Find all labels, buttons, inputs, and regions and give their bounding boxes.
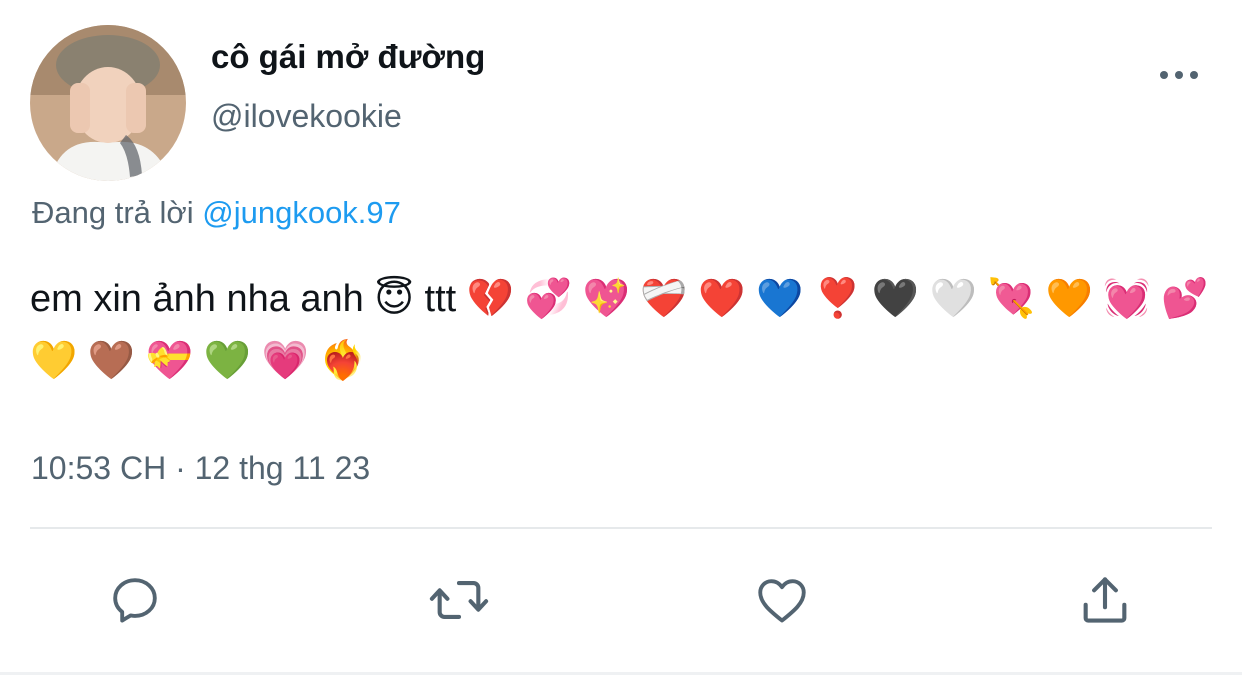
reply-context: Đang trả lời @jungkook.97 bbox=[32, 195, 401, 231]
reply-mention-link[interactable]: @jungkook.97 bbox=[202, 195, 401, 230]
divider bbox=[30, 527, 1212, 529]
reply-button[interactable] bbox=[103, 568, 167, 632]
display-name[interactable]: cô gái mở đường bbox=[211, 38, 485, 76]
tweet-text: em xin ảnh nha anh 😇 ttt 💔 💞 💖 ❤️‍🩹 ❤️ 💙… bbox=[30, 278, 1209, 382]
heart-icon bbox=[758, 579, 806, 623]
reply-icon bbox=[113, 578, 157, 623]
author-handle[interactable]: @ilovekookie bbox=[211, 98, 402, 135]
reply-context-prefix: Đang trả lời bbox=[32, 195, 194, 230]
share-icon bbox=[1083, 577, 1127, 623]
more-options-button[interactable] bbox=[1154, 58, 1204, 92]
share-button[interactable] bbox=[1073, 568, 1137, 632]
retweet-button[interactable] bbox=[427, 568, 491, 632]
tweet-timestamp[interactable]: 10:53 CH · 12 thg 11 23 bbox=[31, 450, 370, 487]
more-dots-icon bbox=[1160, 71, 1198, 79]
bottom-divider bbox=[0, 672, 1242, 675]
avatar-image bbox=[30, 25, 186, 181]
retweet-icon bbox=[429, 581, 489, 619]
avatar[interactable] bbox=[30, 25, 186, 181]
like-button[interactable] bbox=[750, 568, 814, 632]
